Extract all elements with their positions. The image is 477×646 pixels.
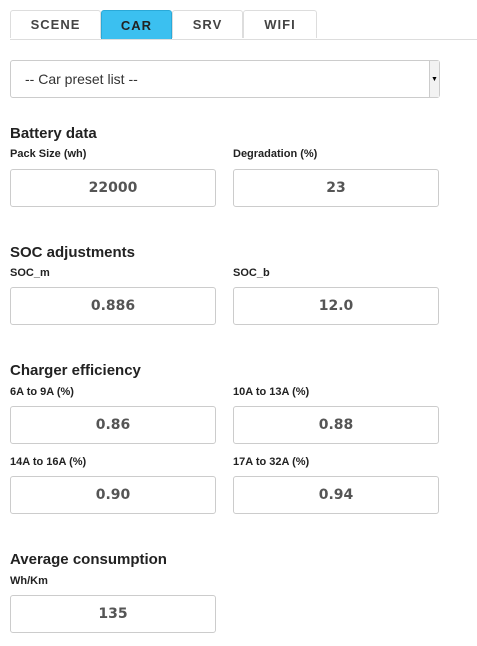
eff-10-13-input[interactable] [233,406,439,444]
tab-bar: SCENE CAR SRV WIFI [10,10,477,40]
soc-m-input[interactable] [10,287,216,325]
consumption-section-title: Average consumption [10,551,167,568]
car-preset-select[interactable]: -- Car preset list -- ▼ [10,60,440,98]
dropdown-arrow-icon[interactable]: ▼ [429,61,439,97]
eff-14-16-input[interactable] [10,476,216,514]
eff-6-9-label: 6A to 9A (%) [10,386,74,398]
wh-km-input[interactable] [10,595,216,633]
tab-srv[interactable]: SRV [172,10,243,38]
charger-section-title: Charger efficiency [10,362,141,379]
degradation-input[interactable] [233,169,439,207]
eff-17-32-input[interactable] [233,476,439,514]
tab-wifi[interactable]: WIFI [243,10,317,38]
car-preset-selected-value: -- Car preset list -- [25,71,138,87]
eff-6-9-input[interactable] [10,406,216,444]
battery-section-title: Battery data [10,125,97,142]
degradation-label: Degradation (%) [233,148,318,160]
pack-size-input[interactable] [10,169,216,207]
soc-section-title: SOC adjustments [10,244,136,261]
pack-size-label: Pack Size (wh) [10,148,87,160]
eff-17-32-label: 17A to 32A (%) [233,456,310,468]
soc-m-label: SOC_m [10,267,50,279]
tab-car[interactable]: CAR [101,10,172,39]
tab-scene[interactable]: SCENE [10,10,101,38]
eff-14-16-label: 14A to 16A (%) [10,456,87,468]
soc-b-label: SOC_b [233,267,270,279]
eff-10-13-label: 10A to 13A (%) [233,386,310,398]
wh-km-label: Wh/Km [10,575,48,587]
soc-b-input[interactable] [233,287,439,325]
